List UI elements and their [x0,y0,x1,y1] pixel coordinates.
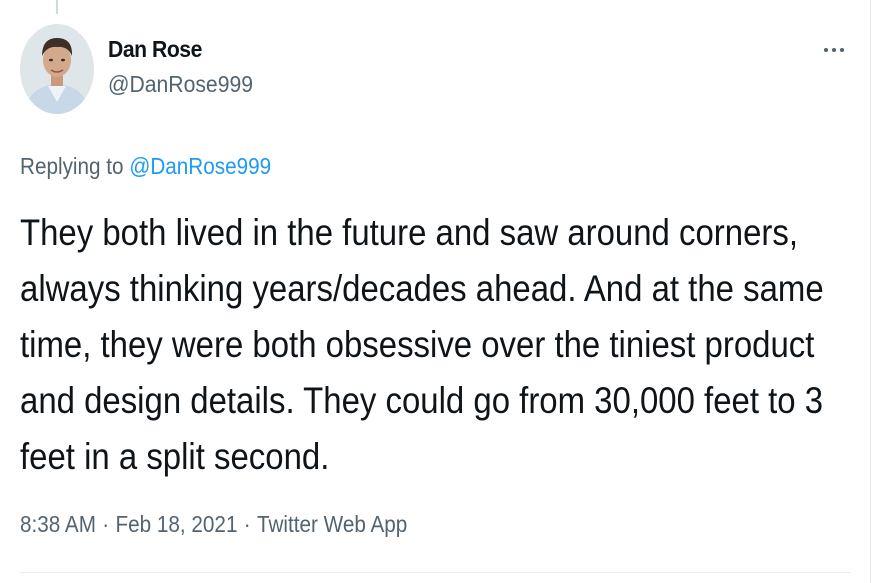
more-horizontal-icon-dot [832,48,836,52]
replying-to-label: Replying to [20,153,124,179]
tweet-text-line: and design details. They could go from 3… [20,380,824,421]
tweet-source-link[interactable]: Twitter Web App [257,511,407,537]
tweet-timestamp-date[interactable]: Feb 18, 2021 [115,511,237,537]
tweet-text-line: They both lived in the future and saw ar… [20,212,798,253]
author-display-name[interactable]: Dan Rose [108,36,253,63]
meta-separator: · [102,511,110,537]
more-horizontal-icon-dot [840,48,844,52]
meta-separator: · [243,511,251,537]
tweet-text: They both lived in the future and saw ar… [20,205,860,485]
tweet-timestamp-time[interactable]: 8:38 AM [20,511,96,537]
column-border [870,0,871,583]
tweet-text-line: always thinking years/decades ahead. And… [20,268,824,309]
replying-to-handle-link[interactable]: @DanRose999 [129,153,271,179]
thread-connector-line [56,0,58,14]
tweet-author: Dan Rose @DanRose999 [108,36,266,98]
tweet-text-line: feet in a split second. [20,436,330,477]
more-options-button[interactable] [818,38,850,62]
replying-to-line: Replying to @DanRose999 [20,153,271,180]
author-handle[interactable]: @DanRose999 [108,71,253,98]
tweet-text-line: time, they were both obsessive over the … [20,324,815,365]
divider [20,572,850,573]
avatar[interactable] [20,24,94,114]
avatar-photo [20,24,94,114]
tweet-metadata: 8:38 AM · Feb 18, 2021 · Twitter Web App [20,511,407,538]
more-horizontal-icon [824,48,828,52]
